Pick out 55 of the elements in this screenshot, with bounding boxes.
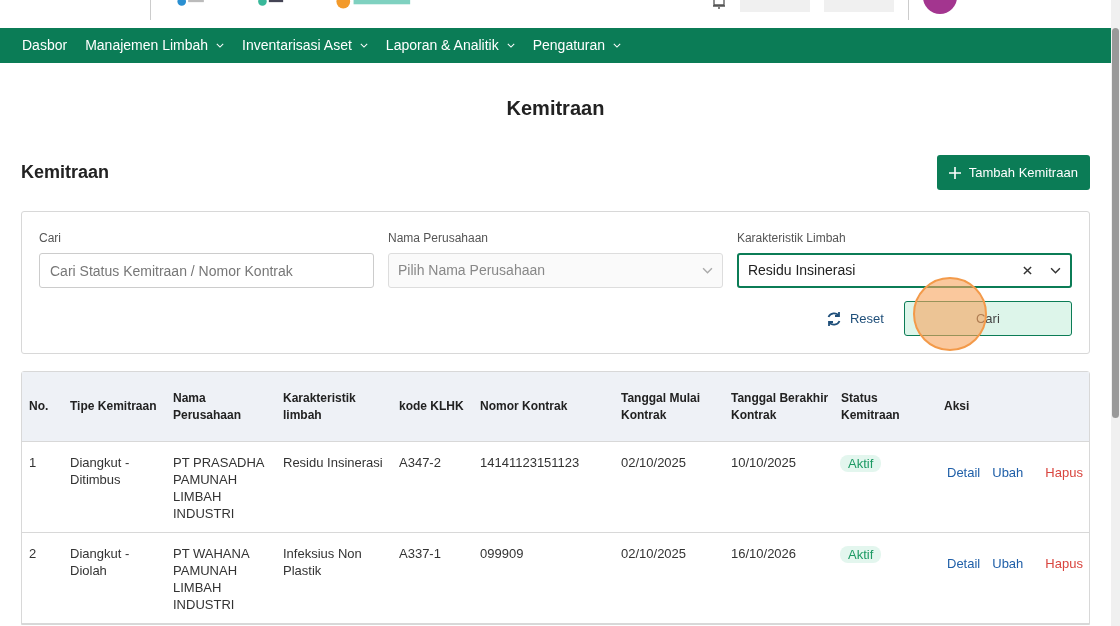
table-cell-text: 16/10/2026 [731,545,798,562]
nav-item[interactable]: Dasbor [22,35,72,56]
table-cell-text: Diangkut - Ditimbus [70,454,131,488]
table-cell-text: 2 [29,545,38,562]
table-cell-text: 02/10/2025 [621,545,688,562]
column-header: Tipe Kemitraan [70,398,158,415]
action-link[interactable]: Hapus [1045,554,1083,623]
select-field[interactable]: Pilih Nama Perusahaan [387,253,723,288]
section-title: Kemitraan [21,161,110,184]
status-badge: Aktif [840,546,882,563]
column-header: Aksi [944,398,971,415]
select-field[interactable]: Residu Insinerasi [736,253,1072,288]
action-link[interactable]: Ubah [992,554,1024,623]
table-cell-text: PT PRASADHA PAMUNAH LIMBAH INDUSTRI [173,454,266,522]
nav-item[interactable]: Inventarisasi Aset [242,35,372,56]
column-header: Nomor Kontrak [480,398,569,415]
table-cell-text: 10/10/2025 [731,454,798,471]
table-cell-text: 1 [29,454,38,471]
column-header: Tanggal Mulai Kontrak [621,389,702,424]
action-link[interactable]: Detail [947,554,981,623]
search-field[interactable]: Cari Status Kemitraan / Nomor Kontrak [39,253,374,288]
table-cell-text: PT WAHANA PAMUNAH LIMBAH INDUSTRI [173,545,251,613]
table-cell-text: Residu Insinerasi [283,454,384,471]
chevron-down-icon [701,267,713,274]
action-link[interactable]: Hapus [1045,463,1083,532]
table-cell-text: Infeksius Non Plastik [283,545,363,579]
clear-icon[interactable] [1022,266,1032,275]
nav-item[interactable]: Laporan & Analitik [385,35,519,56]
page-title: Kemitraan [505,96,606,121]
column-header: kode KLHK [399,398,465,415]
nav-item[interactable]: Manajemen Limbah [85,35,229,56]
column-header: Karakteristik limbah [283,389,357,424]
field-label: Nama Perusahaan [387,230,490,247]
column-header: Status Kemitraan [841,389,901,424]
table-cell-text: A347-2 [399,454,442,471]
plus-icon [948,166,961,179]
bell-icon [711,0,726,10]
field-label: Cari [39,230,62,247]
table-cell-text: 14141123151123 [480,454,581,471]
column-header: Nama Perusahaan [173,389,243,424]
table-cell-text: Diangkut - Diolah [70,545,131,579]
column-header: Tanggal Berakhir Kontrak [731,389,830,424]
refresh-icon [825,310,842,327]
action-link[interactable]: Ubah [992,463,1024,532]
table-cell-text: 099909 [480,545,525,562]
status-badge: Aktif [840,455,882,472]
column-header: No. [29,398,50,415]
table-cell-text: A337-1 [399,545,442,562]
reset-button[interactable]: Reset [825,308,884,329]
add-button[interactable]: Tambah Kemitraan [936,155,1090,190]
nav-item[interactable]: Pengaturan [532,35,626,56]
table-cell-text: 02/10/2025 [621,454,688,471]
action-link[interactable]: Detail [947,463,981,532]
field-label: Karakteristik Limbah [736,230,847,247]
chevron-down-icon [1049,267,1061,274]
